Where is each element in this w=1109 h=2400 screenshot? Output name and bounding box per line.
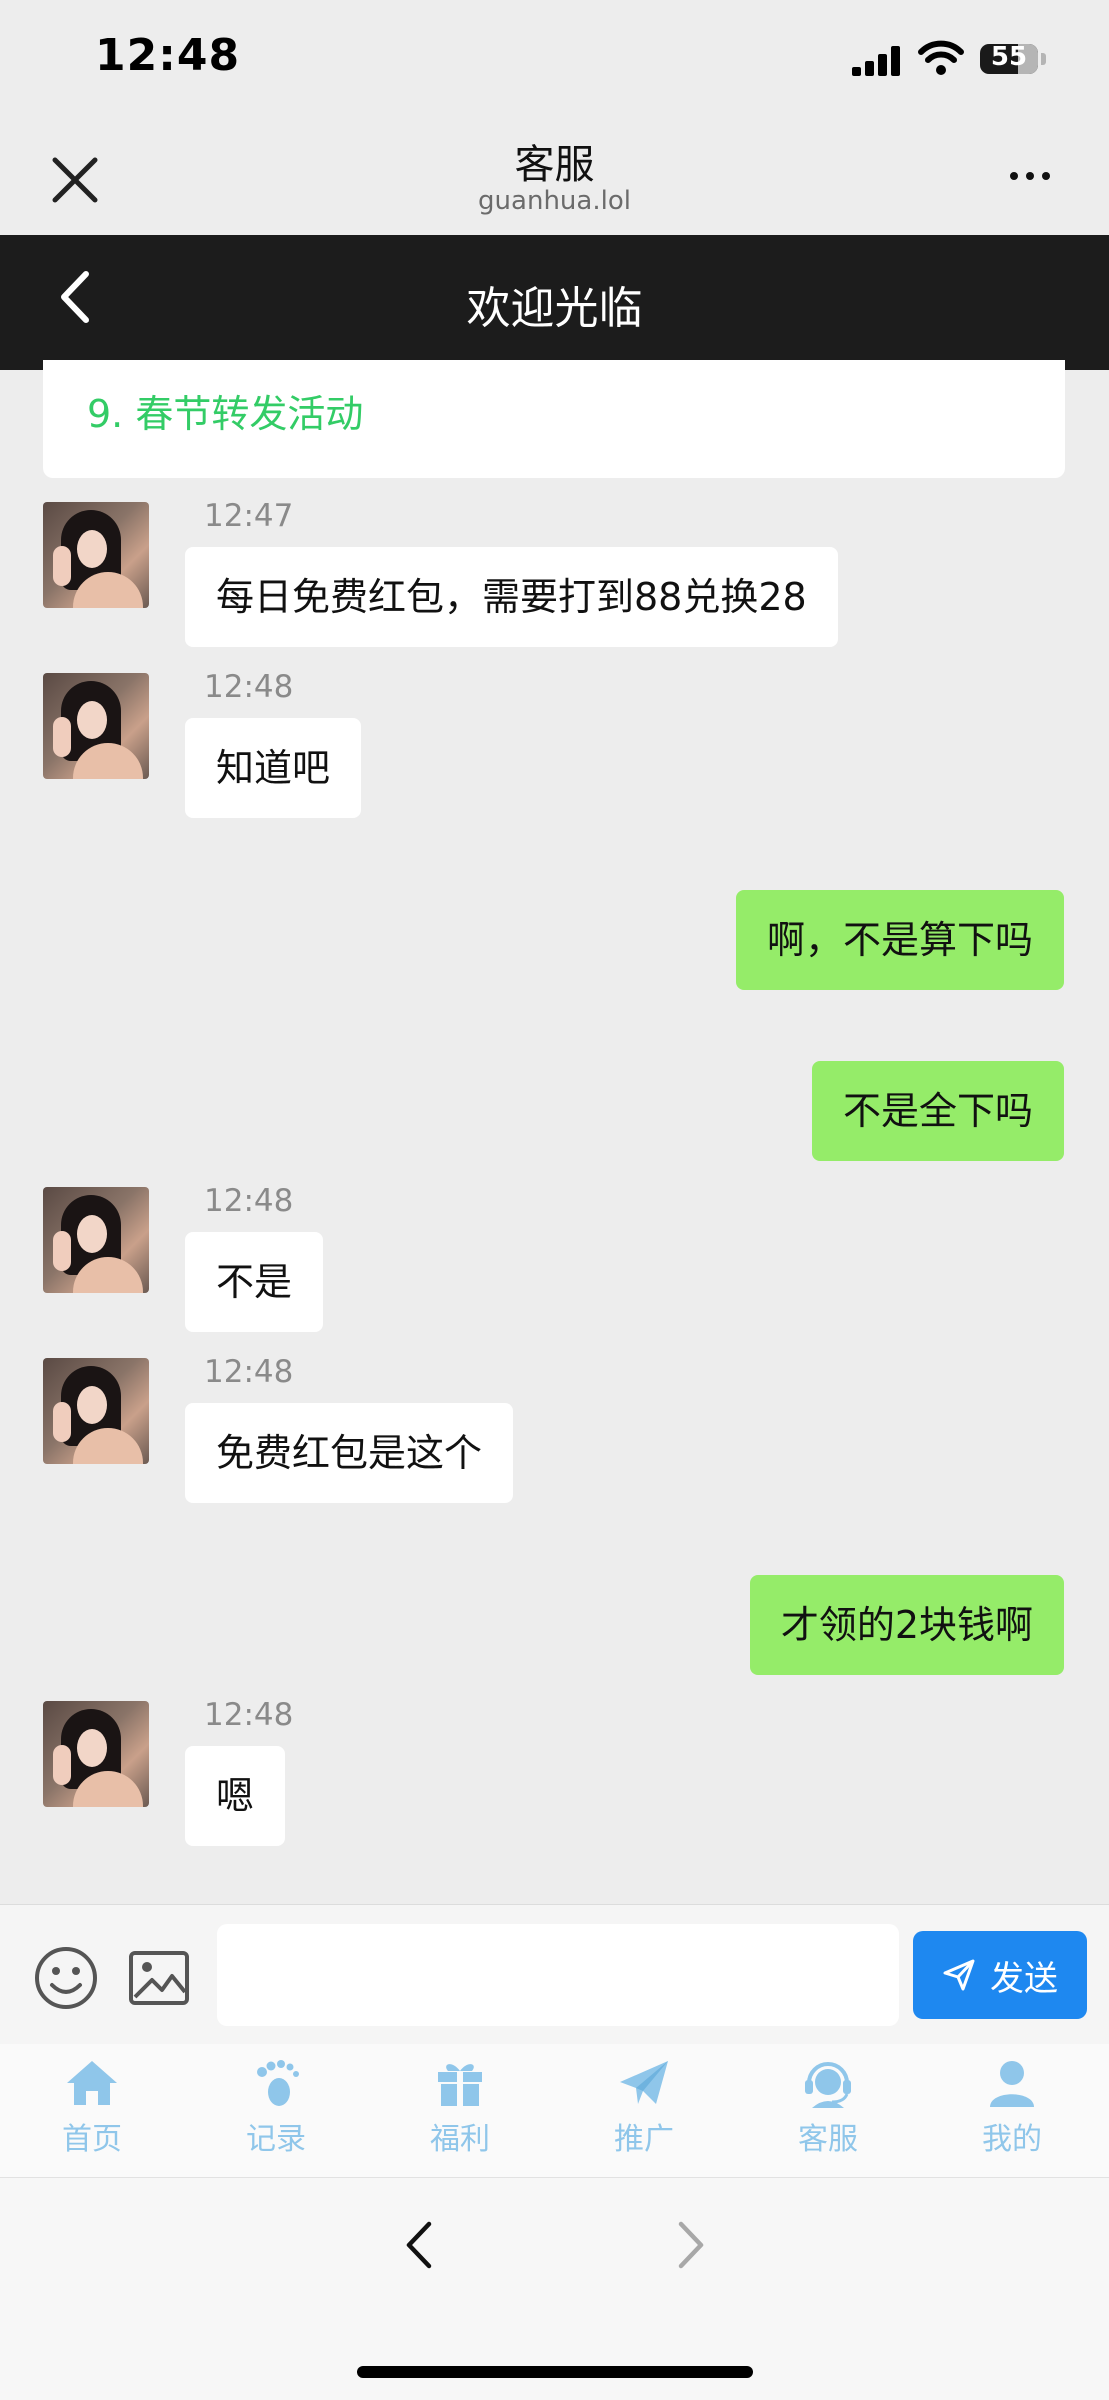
gift-icon xyxy=(438,2064,482,2106)
tab-mine[interactable]: 我的 xyxy=(920,2058,1104,2168)
avatar[interactable] xyxy=(43,1701,149,1807)
avatar[interactable] xyxy=(43,502,149,608)
tab-label: 我的 xyxy=(982,2122,1042,2157)
tab-label: 福利 xyxy=(430,2122,490,2157)
footprint-icon xyxy=(257,2060,299,2106)
user-icon xyxy=(990,2061,1034,2107)
message-bubble-received: 免费红包是这个 xyxy=(185,1403,514,1503)
battery-icon: 55 xyxy=(980,44,1038,74)
cellular-signal-icon xyxy=(852,46,902,76)
avatar[interactable] xyxy=(43,1187,149,1293)
message-bubble-received: 嗯 xyxy=(185,1746,286,1846)
tab-promote[interactable]: 推广 xyxy=(552,2058,736,2168)
send-button[interactable]: 发送 xyxy=(913,1931,1087,2019)
message-time: 12:48 xyxy=(204,1354,294,1390)
message-bubble-sent: 不是全下吗 xyxy=(811,1061,1064,1161)
battery-cap xyxy=(1041,53,1046,65)
message-time: 12:48 xyxy=(204,1697,294,1733)
tab-records[interactable]: 记录 xyxy=(184,2058,368,2168)
image-icon[interactable] xyxy=(128,1950,190,2006)
wifi-icon xyxy=(918,40,964,75)
avatar[interactable] xyxy=(43,673,149,779)
page-url: guanhua.lol xyxy=(478,186,631,216)
home-icon xyxy=(67,2061,117,2105)
tab-welfare[interactable]: 福利 xyxy=(368,2058,552,2168)
tab-home[interactable]: 首页 xyxy=(0,2058,184,2168)
home-indicator xyxy=(357,2366,753,2378)
message-bubble-received: 知道吧 xyxy=(185,718,362,818)
message-bubble-sent: 才领的2块钱啊 xyxy=(749,1575,1064,1675)
battery-level: 55 xyxy=(990,44,1028,72)
tab-label: 记录 xyxy=(246,2122,306,2157)
tab-label: 推广 xyxy=(614,2122,674,2157)
send-plane-icon xyxy=(943,1959,975,1991)
tab-label: 客服 xyxy=(798,2122,858,2157)
chat-title: 欢迎光临 xyxy=(466,283,643,334)
menu-link-spring-festival[interactable]: 9. 春节转发活动 xyxy=(87,383,363,438)
page-title: 客服 xyxy=(514,142,595,188)
emoji-icon[interactable] xyxy=(33,1945,99,2011)
message-bubble-received: 不是 xyxy=(185,1232,324,1332)
message-bubble-received: 每日免费红包，需要打到88兑换28 xyxy=(185,547,838,647)
headset-icon xyxy=(805,2062,851,2108)
message-input[interactable] xyxy=(217,1924,899,2026)
avatar[interactable] xyxy=(43,1358,149,1464)
status-time: 12:48 xyxy=(95,30,241,81)
send-label: 发送 xyxy=(990,1958,1058,1999)
browser-forward-icon[interactable] xyxy=(665,2210,715,2280)
message-time: 12:48 xyxy=(204,669,294,705)
tab-label: 首页 xyxy=(62,2122,122,2157)
more-options-icon[interactable] xyxy=(1000,160,1060,190)
paper-plane-icon xyxy=(620,2061,668,2104)
message-time: 12:47 xyxy=(204,498,294,534)
browser-back-icon[interactable] xyxy=(395,2210,445,2280)
message-time: 12:48 xyxy=(204,1183,294,1219)
tab-customer-service[interactable]: 客服 xyxy=(736,2058,920,2168)
message-bubble-sent: 啊，不是算下吗 xyxy=(735,890,1064,990)
